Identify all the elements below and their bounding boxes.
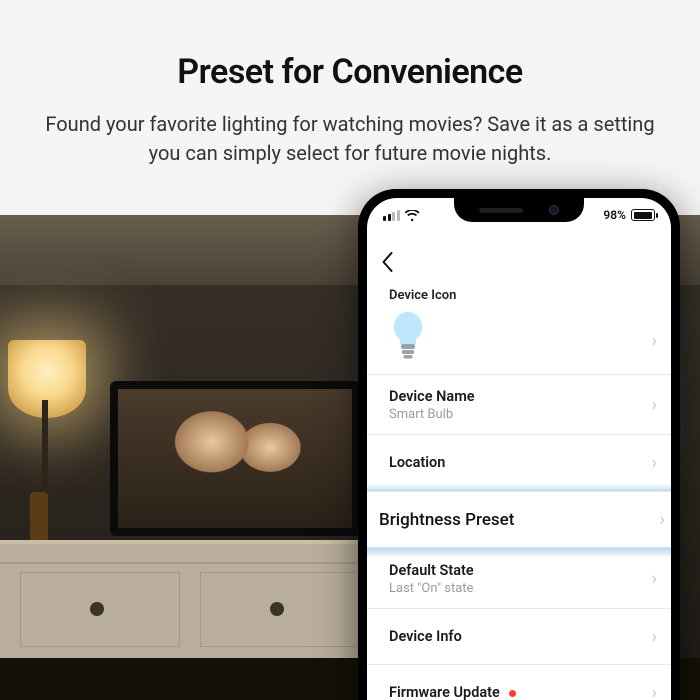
- phone-frame: 98% Device Icon: [358, 189, 680, 700]
- row-device-icon[interactable]: ›: [367, 307, 671, 375]
- battery-percent: 98%: [603, 208, 626, 222]
- nav-bar: [367, 246, 671, 282]
- bulb-icon: [389, 309, 427, 363]
- location-label: Location: [389, 454, 637, 471]
- battery-icon: [631, 209, 655, 221]
- phone-screen: 98% Device Icon: [367, 198, 671, 700]
- firmware-update-label: Firmware Update: [389, 684, 500, 700]
- credenza: [0, 540, 400, 660]
- update-dot-icon: [509, 690, 516, 697]
- row-device-info[interactable]: Device Info ›: [367, 609, 671, 665]
- chevron-right-icon: ›: [652, 682, 657, 700]
- tv-icon: [110, 381, 360, 536]
- chevron-right-icon: ›: [652, 330, 657, 351]
- device-name-value: Smart Bulb: [389, 407, 637, 422]
- brightness-preset-label: Brightness Preset: [379, 510, 643, 530]
- phone-notch: [454, 198, 584, 222]
- row-brightness-preset[interactable]: Brightness Preset ›: [367, 491, 671, 549]
- row-firmware-update[interactable]: Firmware Update ›: [367, 665, 671, 700]
- default-state-label: Default State: [389, 562, 637, 579]
- wifi-icon: [405, 210, 420, 221]
- cellular-icon: [383, 210, 400, 221]
- device-icon-label: Device Icon: [367, 282, 671, 307]
- default-state-value: Last "On" state: [389, 581, 637, 596]
- chevron-right-icon: ›: [652, 394, 657, 415]
- device-info-label: Device Info: [389, 628, 637, 645]
- device-name-label: Device Name: [389, 388, 637, 405]
- page-subtitle: Found your favorite lighting for watchin…: [40, 110, 660, 168]
- settings-app: Device Icon › Device Name: [367, 198, 671, 700]
- row-location[interactable]: Location ›: [367, 435, 671, 491]
- row-default-state[interactable]: Default State Last "On" state ›: [367, 549, 671, 609]
- chevron-right-icon: ›: [660, 510, 665, 531]
- marketing-stage: Preset for Convenience Found your favori…: [0, 0, 700, 700]
- chevron-right-icon: ›: [652, 452, 657, 473]
- page-title: Preset for Convenience: [0, 52, 700, 92]
- chevron-right-icon: ›: [652, 568, 657, 589]
- chevron-right-icon: ›: [652, 626, 657, 647]
- back-button[interactable]: [381, 252, 394, 276]
- row-device-name[interactable]: Device Name Smart Bulb ›: [367, 375, 671, 435]
